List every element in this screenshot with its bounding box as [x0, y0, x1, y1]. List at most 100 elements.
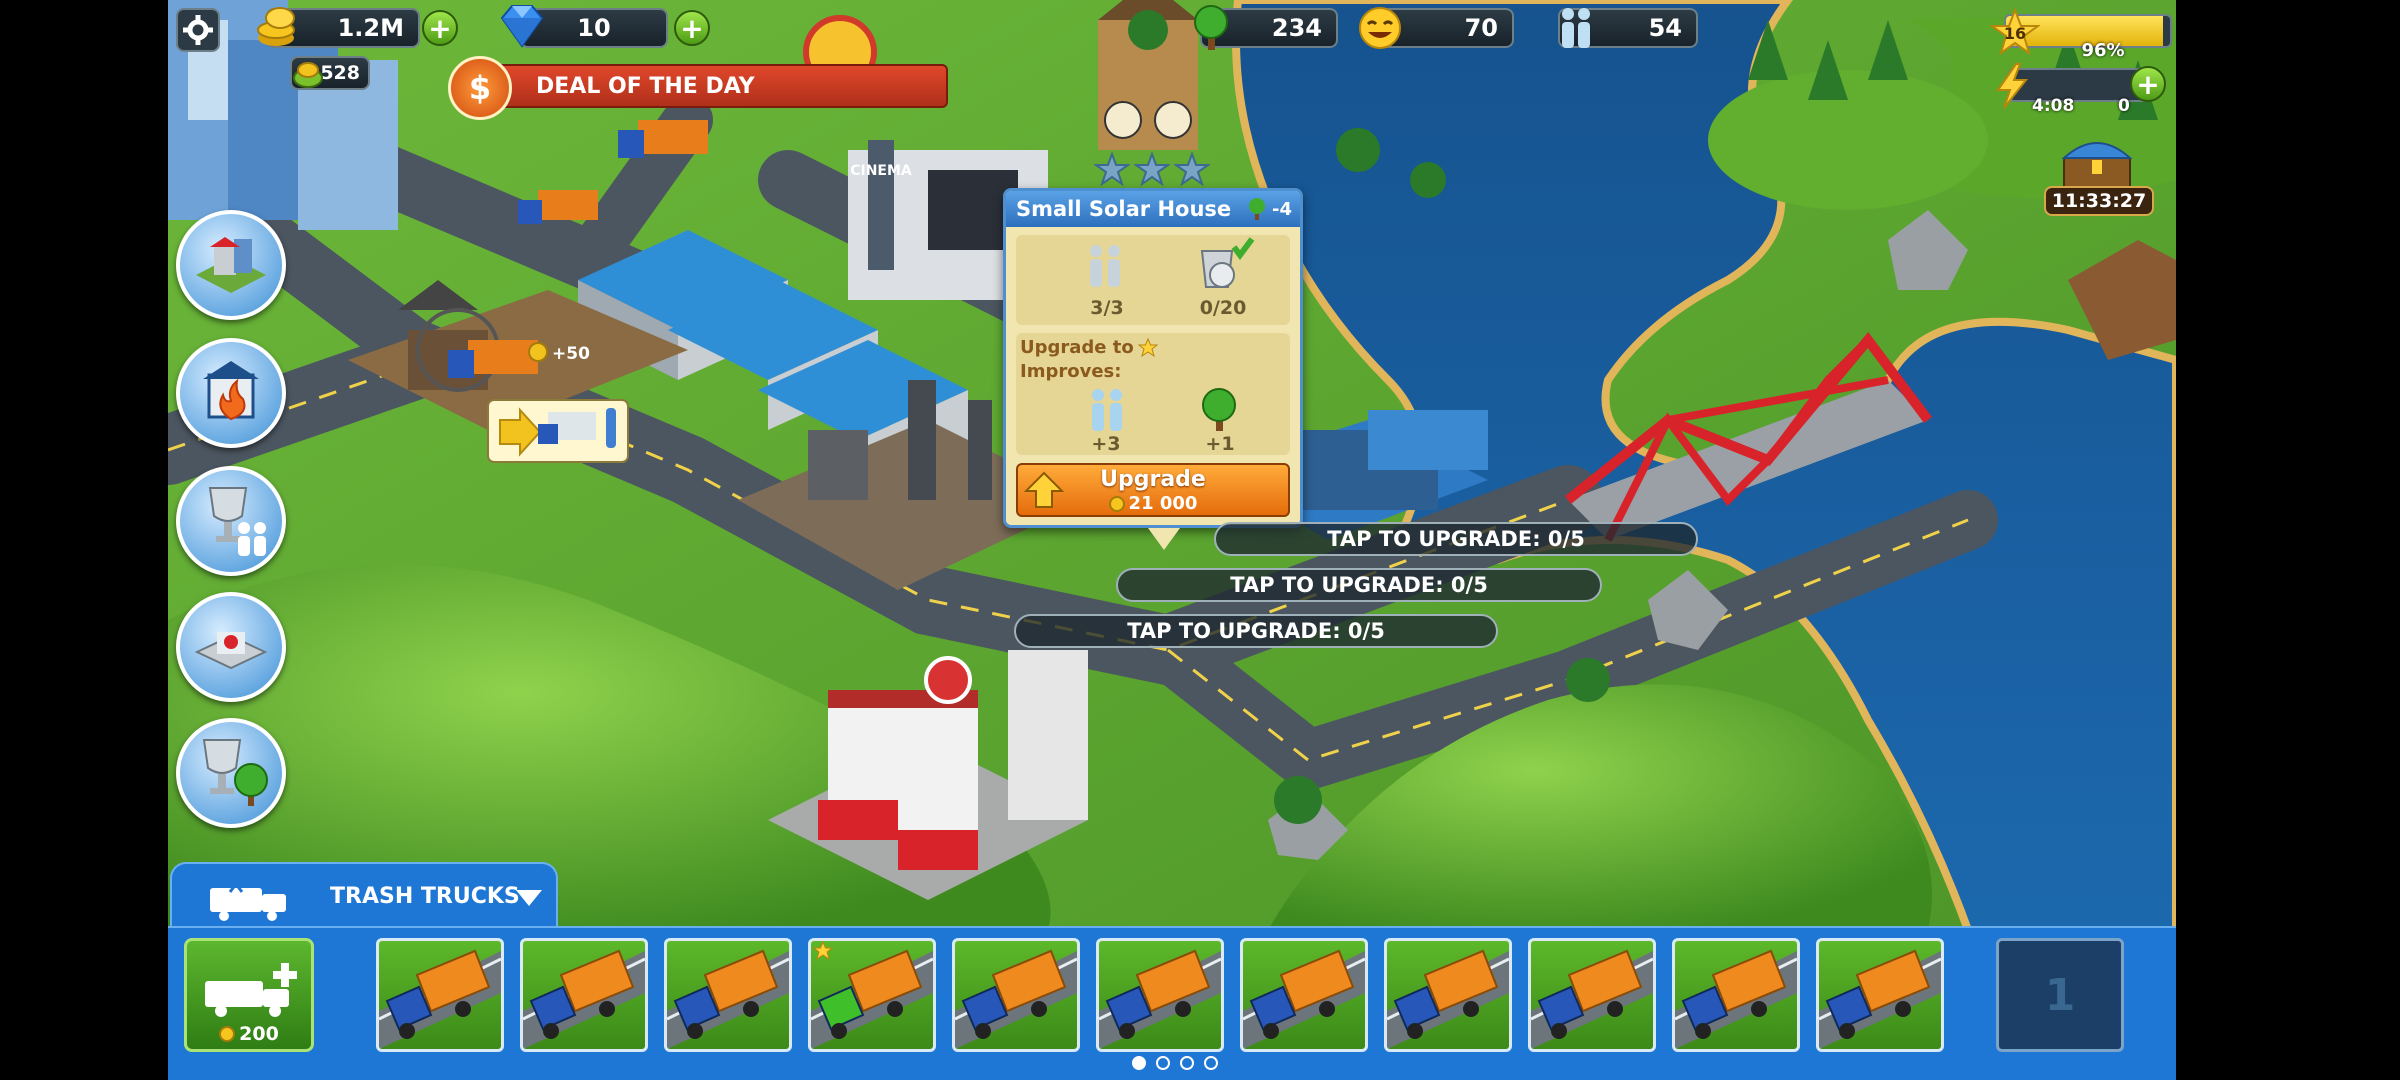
happiness-face-icon: [1356, 4, 1404, 52]
trash-truck-card[interactable]: [1240, 938, 1368, 1052]
chevron-down-icon: [516, 890, 542, 906]
trash-trucks-label: TRASH TRUCKS: [330, 884, 520, 909]
deal-of-the-day-banner[interactable]: DEAL OF THE DAY: [468, 64, 948, 108]
tree-cost: -4: [1246, 197, 1292, 221]
current-stats-box: 3/3 0/20: [1016, 235, 1290, 325]
residents-icon: [1090, 245, 1120, 287]
energy-count: 0: [2118, 96, 2130, 116]
bonus-coin-icon: [288, 52, 328, 92]
locked-slot-number: 1: [2044, 969, 2076, 1021]
upgrade-button[interactable]: Upgrade 21 000: [1016, 463, 1290, 517]
popup-pointer: [1148, 528, 1180, 550]
game-viewport[interactable]: CINEMA +50 1.2M + 10 + 528 DEAL OF THE D…: [168, 0, 2176, 1080]
trash-truck-icon: [1675, 949, 1797, 1049]
trash-truck-card[interactable]: [808, 938, 936, 1052]
add-gems-button[interactable]: +: [674, 10, 710, 46]
coin-gain-text: +50: [552, 344, 590, 364]
gems-value: 10: [577, 14, 611, 42]
upgrade-cost-row: 21 000: [1018, 493, 1288, 514]
cinema-sign: CINEMA: [850, 163, 912, 179]
ecology-goals-button[interactable]: [176, 718, 286, 828]
upgrade-label: Upgrade: [1100, 467, 1206, 492]
improves-label: Improves:: [1020, 361, 1122, 382]
popup-title: Small Solar House: [1016, 197, 1232, 221]
tree-icon: [1249, 198, 1265, 220]
trash-truck-card[interactable]: [664, 938, 792, 1052]
upgrade-info-box: Upgrade to Improves: +3 +1: [1016, 333, 1290, 455]
trash-truck-card[interactable]: [1384, 938, 1512, 1052]
airport-button[interactable]: [176, 592, 286, 702]
tap-label-text: TAP TO UPGRADE: 0/5: [1230, 573, 1488, 597]
trash-truck-icon: [955, 949, 1077, 1049]
residents-bonus-icon: [1092, 389, 1122, 431]
buy-truck-button[interactable]: 200: [184, 938, 314, 1052]
tap-label-text: TAP TO UPGRADE: 0/5: [1327, 527, 1585, 551]
upgrade-to-row: Upgrade to: [1020, 337, 1158, 358]
star-icon: [1137, 337, 1158, 357]
trees-bonus: +1: [1205, 433, 1235, 455]
chest-timer: 11:33:27: [2044, 186, 2154, 216]
trash-truck-card[interactable]: [1816, 938, 1944, 1052]
trash-truck-icon: [210, 881, 286, 921]
buy-truck-cost: 200: [239, 1023, 279, 1045]
happiness-value: 70: [1464, 14, 1498, 42]
trash-truck-icon: [379, 949, 501, 1049]
deal-medal-icon[interactable]: $: [448, 56, 512, 120]
trash-can-icon: [1200, 237, 1255, 288]
page-dot[interactable]: [1132, 1056, 1146, 1070]
tap-label-text: TAP TO UPGRADE: 0/5: [1127, 619, 1385, 643]
population-icon: [1550, 2, 1602, 54]
level-star-icon: 16: [1990, 8, 2040, 58]
trash-truck-icon: [1387, 949, 1509, 1049]
trees-value: 234: [1271, 14, 1322, 42]
trash-truck-icon: [1531, 949, 1653, 1049]
page-dot[interactable]: [1180, 1056, 1194, 1070]
page-dot[interactable]: [1204, 1056, 1218, 1070]
tree-icon: [1186, 2, 1236, 54]
airport-icon: [194, 632, 268, 670]
trash-truck-card[interactable]: [1672, 938, 1800, 1052]
coin-gain-bubble[interactable]: +50: [528, 342, 590, 364]
build-menu-button[interactable]: [176, 210, 286, 320]
locked-truck-slot[interactable]: 1: [1996, 938, 2124, 1052]
tree-cost-value: -4: [1272, 198, 1292, 220]
trash-truck-icon: [1819, 949, 1941, 1049]
services-button[interactable]: [176, 338, 286, 448]
residents-value: 3/3: [1090, 297, 1124, 319]
energy-timer: 4:08: [2032, 96, 2075, 116]
trash-truck-card[interactable]: [1096, 938, 1224, 1052]
population-goals-button[interactable]: [176, 466, 286, 576]
popup-header: Small Solar House -4: [1006, 191, 1300, 227]
rating-stars: [1092, 152, 1212, 192]
deal-symbol: $: [468, 69, 492, 107]
gem-icon: [494, 2, 550, 52]
trash-truck-card[interactable]: [376, 938, 504, 1052]
settings-gear-icon[interactable]: [176, 8, 220, 52]
trash-truck-card[interactable]: [1528, 938, 1656, 1052]
residents-bonus: +3: [1091, 433, 1121, 455]
trash-truck-card[interactable]: [952, 938, 1080, 1052]
rating-star-icon: [1174, 152, 1210, 187]
page-dot[interactable]: [1156, 1056, 1170, 1070]
trash-truck-icon: [667, 949, 789, 1049]
add-energy-button[interactable]: +: [2130, 66, 2166, 102]
trash-value: 0/20: [1199, 297, 1247, 319]
level-value: 16: [2003, 23, 2027, 43]
trash-trucks-tab[interactable]: TRASH TRUCKS: [170, 862, 558, 928]
trash-truck-card[interactable]: [520, 938, 648, 1052]
tap-to-upgrade-label[interactable]: TAP TO UPGRADE: 0/5: [1214, 522, 1698, 556]
coin-icon: [1108, 495, 1125, 512]
rating-star-icon: [1134, 152, 1170, 187]
trash-truck-icon: [1099, 949, 1221, 1049]
tap-to-upgrade-label[interactable]: TAP TO UPGRADE: 0/5: [1014, 614, 1498, 648]
fire-icon: [203, 361, 259, 421]
upgrade-to-label: Upgrade to: [1020, 337, 1134, 358]
tree-bonus-icon: [1202, 388, 1236, 431]
coin-icon: [252, 0, 304, 52]
building-info-popup[interactable]: Small Solar House -4 3/3 0/20 Upgrade to…: [1003, 188, 1303, 550]
truck-dispatch-bubble[interactable]: [487, 399, 629, 463]
add-coins-button[interactable]: +: [422, 10, 458, 46]
rating-star-icon: [1094, 152, 1130, 187]
tap-to-upgrade-label[interactable]: TAP TO UPGRADE: 0/5: [1116, 568, 1602, 602]
coins-value: 1.2M: [337, 14, 404, 42]
